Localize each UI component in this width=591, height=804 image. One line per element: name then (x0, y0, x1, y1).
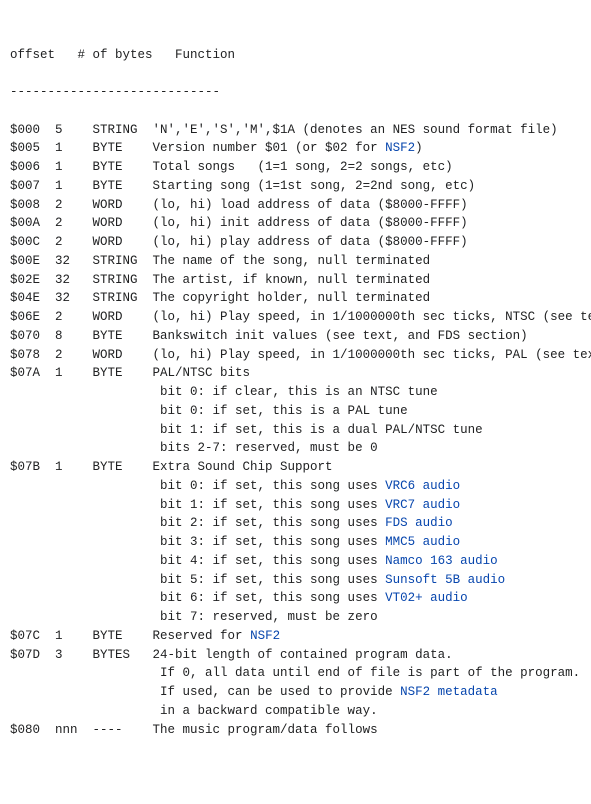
sub-row: bit 1: if set, this is a dual PAL/NTSC t… (10, 421, 581, 440)
wiki-link[interactable]: FDS audio (385, 516, 453, 530)
wiki-link[interactable]: NSF2 (385, 141, 415, 155)
sub-row: bit 2: if set, this song uses FDS audio (10, 514, 581, 533)
table-row: $02E 32 STRING The artist, if known, nul… (10, 271, 581, 290)
table-row: $06E 2 WORD (lo, hi) Play speed, in 1/10… (10, 308, 581, 327)
wiki-link[interactable]: VRC7 audio (385, 498, 460, 512)
sub-row: bit 4: if set, this song uses Namco 163 … (10, 552, 581, 571)
table-row: $00E 32 STRING The name of the song, nul… (10, 252, 581, 271)
table-row: $00C 2 WORD (lo, hi) play address of dat… (10, 233, 581, 252)
sub-row: bit 0: if clear, this is an NTSC tune (10, 383, 581, 402)
table-row: $005 1 BYTE Version number $01 (or $02 f… (10, 139, 581, 158)
table-row: $07A 1 BYTE PAL/NTSC bits (10, 364, 581, 383)
sub-row: bit 7: reserved, must be zero (10, 608, 581, 627)
table-row: $007 1 BYTE Starting song (1=1st song, 2… (10, 177, 581, 196)
sub-row: If used, can be used to provide NSF2 met… (10, 683, 581, 702)
sub-row: bits 2-7: reserved, must be 0 (10, 439, 581, 458)
wiki-link[interactable]: Sunsoft 5B audio (385, 573, 505, 587)
wiki-link[interactable]: MMC5 audio (385, 535, 460, 549)
header-columns: offset # of bytes Function (10, 46, 581, 65)
sub-row: bit 5: if set, this song uses Sunsoft 5B… (10, 571, 581, 590)
table-body: $000 5 STRING 'N','E','S','M',$1A (denot… (10, 121, 581, 740)
sub-row: in a backward compatible way. (10, 702, 581, 721)
sub-row: bit 0: if set, this is a PAL tune (10, 402, 581, 421)
sub-row: bit 1: if set, this song uses VRC7 audio (10, 496, 581, 515)
wiki-link[interactable]: VT02+ audio (385, 591, 468, 605)
table-row: $07C 1 BYTE Reserved for NSF2 (10, 627, 581, 646)
sub-row: bit 0: if set, this song uses VRC6 audio (10, 477, 581, 496)
table-row: $080 nnn ---- The music program/data fol… (10, 721, 581, 740)
header-rule: ---------------------------- (10, 83, 581, 102)
wiki-link[interactable]: NSF2 (250, 629, 280, 643)
sub-row: bit 3: if set, this song uses MMC5 audio (10, 533, 581, 552)
table-row: $070 8 BYTE Bankswitch init values (see … (10, 327, 581, 346)
table-row: $006 1 BYTE Total songs (1=1 song, 2=2 s… (10, 158, 581, 177)
table-row: $00A 2 WORD (lo, hi) init address of dat… (10, 214, 581, 233)
table-row: $078 2 WORD (lo, hi) Play speed, in 1/10… (10, 346, 581, 365)
table-row: $000 5 STRING 'N','E','S','M',$1A (denot… (10, 121, 581, 140)
table-row: $07D 3 BYTES 24-bit length of contained … (10, 646, 581, 665)
wiki-link[interactable]: VRC6 audio (385, 479, 460, 493)
table-row: $04E 32 STRING The copyright holder, nul… (10, 289, 581, 308)
sub-row: bit 6: if set, this song uses VT02+ audi… (10, 589, 581, 608)
table-row: $008 2 WORD (lo, hi) load address of dat… (10, 196, 581, 215)
wiki-link[interactable]: NSF2 metadata (400, 685, 498, 699)
wiki-link[interactable]: Namco 163 audio (385, 554, 498, 568)
table-row: $07B 1 BYTE Extra Sound Chip Support (10, 458, 581, 477)
sub-row: If 0, all data until end of file is part… (10, 664, 581, 683)
